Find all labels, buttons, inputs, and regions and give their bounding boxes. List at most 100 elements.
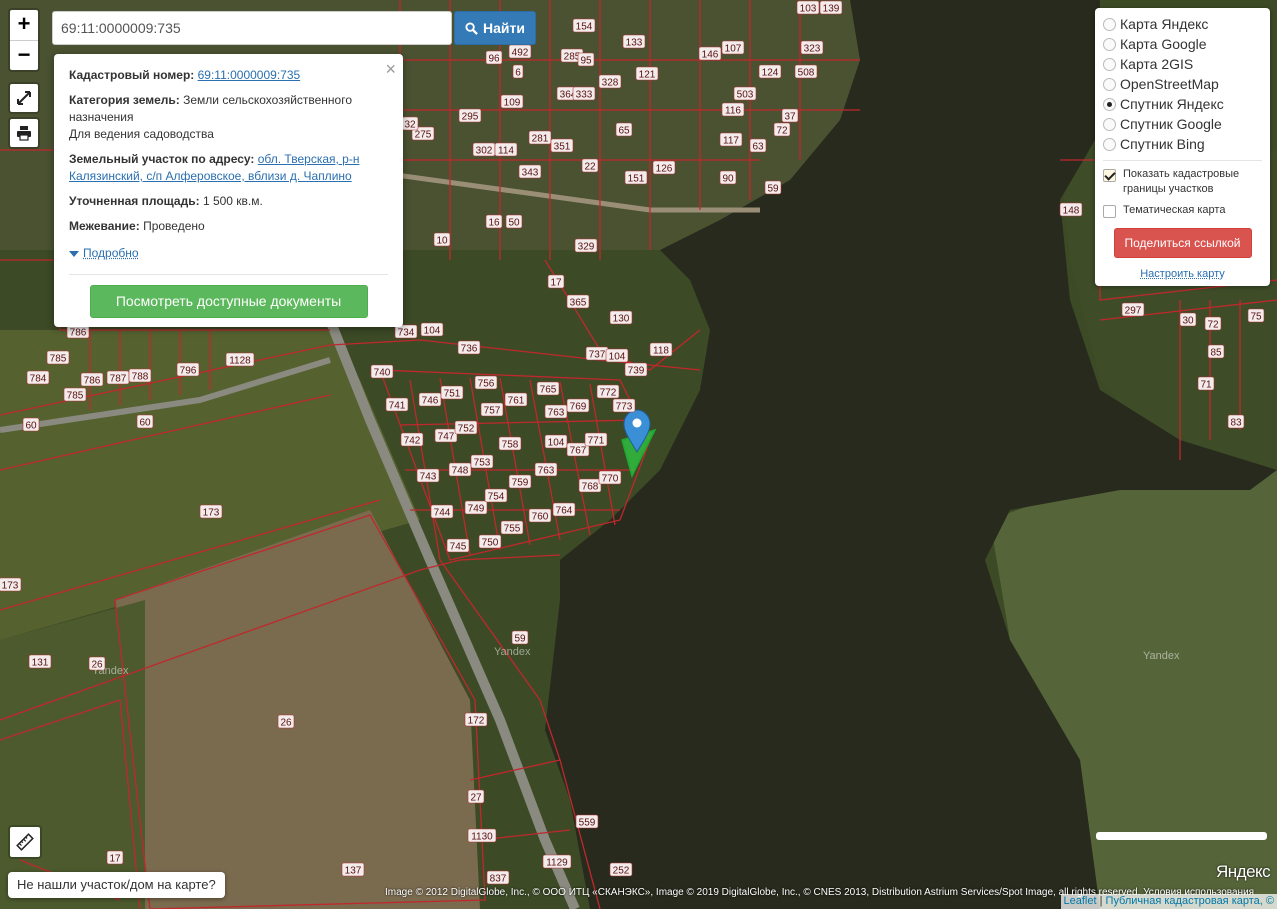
parcel-number-label: 103: [796, 0, 820, 15]
basemap-radio[interactable]: [1103, 37, 1116, 51]
thematic-map-checkbox[interactable]: [1103, 205, 1116, 218]
search-button[interactable]: Найти: [454, 11, 536, 45]
share-link-button[interactable]: Поделиться ссылкой: [1113, 228, 1252, 258]
parcel-number: 365: [570, 298, 587, 309]
basemap-radio[interactable]: [1103, 57, 1116, 71]
zoom-out-button[interactable]: −: [10, 40, 38, 70]
address-row: Земельный участок по адресу: обл. Тверск…: [69, 151, 388, 185]
map-watermark: Yandex: [1143, 650, 1180, 662]
parcel-number-label: 131: [28, 654, 52, 669]
parcel-number: 343: [522, 168, 539, 179]
thematic-map-toggle[interactable]: Тематическая карта: [1103, 203, 1262, 218]
parcel-number: 741: [389, 401, 406, 412]
cadastral-number-link[interactable]: 69:11:0000009:735: [198, 68, 301, 82]
parcel-number: 750: [482, 538, 499, 549]
parcel-number-label: 747: [434, 428, 458, 443]
show-borders-toggle[interactable]: Показать кадастровые границы участков: [1103, 167, 1262, 197]
show-borders-checkbox[interactable]: [1103, 169, 1116, 182]
basemap-radio[interactable]: [1103, 17, 1116, 31]
parcel-number-label: 787: [106, 370, 130, 385]
fullscreen-button[interactable]: [8, 82, 40, 114]
parcel-number: 769: [570, 402, 587, 413]
parcel-number: 772: [600, 388, 617, 399]
parcel-number-label: 148: [1059, 202, 1083, 217]
parcel-number-label: 27: [467, 789, 485, 804]
permitted-use-value: Для ведения садоводства: [69, 127, 214, 141]
parcel-number-label: 763: [534, 462, 558, 477]
parcel-number-label: 90: [719, 170, 737, 185]
parcel-number: 114: [498, 146, 514, 157]
parcel-number-label: 746: [418, 392, 442, 407]
parcel-number-label: 508: [794, 64, 818, 79]
parcel-number: 130: [613, 314, 630, 325]
search-icon: [465, 21, 478, 35]
parcel-number-label: 755: [500, 520, 524, 535]
parcel-number-label: 72: [1204, 316, 1222, 331]
parcel-number-label: 17: [106, 850, 124, 865]
parcel-number: 60: [25, 421, 37, 432]
basemap-option[interactable]: Спутник Bing: [1103, 134, 1262, 154]
parcel-number-label: 83: [1227, 414, 1245, 429]
parcel-number: 281: [532, 134, 549, 145]
basemap-option[interactable]: Карта Google: [1103, 34, 1262, 54]
parcel-number-label: 22: [581, 158, 599, 173]
print-button[interactable]: [8, 117, 40, 149]
parcel-number-label: 121: [635, 66, 659, 81]
parcel-number-label: 59: [764, 180, 782, 195]
parcel-number: 1130: [471, 832, 493, 843]
basemap-option[interactable]: Спутник Яндекс: [1103, 94, 1262, 114]
basemap-option[interactable]: OpenStreetMap: [1103, 74, 1262, 94]
parcel-number-label: 351: [550, 138, 574, 153]
parcel-number: 754: [488, 492, 505, 503]
parcel-number-label: 63: [749, 138, 767, 153]
parcel-number-label: 744: [430, 504, 454, 519]
basemap-option[interactable]: Карта Яндекс: [1103, 14, 1262, 34]
parcel-number-label: 1130: [467, 828, 497, 843]
zoom-in-button[interactable]: +: [10, 10, 38, 40]
parcel-number-label: 172: [464, 712, 488, 727]
parcel-number: 351: [554, 142, 571, 153]
ruler-button[interactable]: [8, 825, 42, 859]
parcel-number: 65: [618, 126, 630, 137]
basemap-radio[interactable]: [1103, 117, 1116, 131]
cadastral-search-input[interactable]: [52, 11, 452, 45]
parcel-number-label: 26: [277, 714, 295, 729]
layers-divider: [1103, 160, 1262, 161]
parcel-number: 173: [2, 581, 19, 592]
basemap-radio[interactable]: [1103, 137, 1116, 151]
parcel-number-label: 328: [598, 74, 622, 89]
basemap-radio[interactable]: [1103, 77, 1116, 91]
parcel-number: 503: [737, 90, 754, 101]
popup-close-button[interactable]: ×: [385, 59, 396, 79]
configure-map-link[interactable]: Настроить карту: [1103, 268, 1262, 280]
parcel-number: 75: [1250, 312, 1262, 323]
not-found-button[interactable]: Не нашли участок/дом на карте?: [8, 872, 225, 898]
details-toggle-label: Подробно: [83, 246, 139, 260]
map-watermark: Yandex: [494, 646, 531, 658]
parcel-number: 297: [1125, 306, 1142, 317]
parcel-number-label: 365: [566, 294, 590, 309]
basemap-option[interactable]: Карта 2GIS: [1103, 54, 1262, 74]
leaflet-link[interactable]: Leaflet: [1064, 895, 1097, 907]
pkk-link[interactable]: Публичная кадастровая карта, ©: [1106, 895, 1274, 907]
details-toggle[interactable]: Подробно: [69, 245, 139, 262]
parcel-number: 736: [461, 344, 478, 355]
basemap-option[interactable]: Спутник Google: [1103, 114, 1262, 134]
parcel-number-label: 745: [446, 538, 470, 553]
parcel-number-label: 252: [609, 862, 633, 877]
parcel-number-label: 116: [721, 102, 745, 117]
parcel-number: 16: [488, 218, 500, 229]
parcel-number-label: 503: [733, 86, 757, 101]
parcel-number-label: 737: [585, 346, 609, 361]
parcel-number: 333: [576, 90, 593, 101]
parcel-number: 275: [415, 130, 432, 141]
parcel-number-label: 60: [136, 414, 154, 429]
parcel-number: 747: [438, 432, 455, 443]
view-documents-button[interactable]: Посмотреть доступные документы: [89, 285, 368, 318]
parcel-number-label: 295: [458, 108, 482, 123]
parcel-number: 559: [579, 818, 596, 829]
basemap-radio[interactable]: [1103, 97, 1116, 111]
parcel-number-label: 559: [575, 814, 599, 829]
parcel-number: 103: [800, 4, 817, 15]
parcel-number: 745: [450, 542, 467, 553]
